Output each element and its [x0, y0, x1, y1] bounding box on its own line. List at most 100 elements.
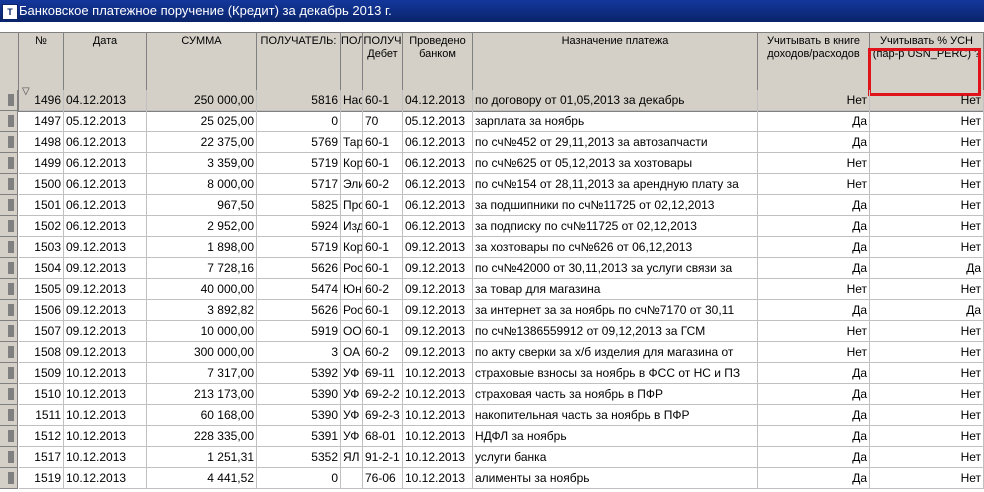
cell-usn-percent[interactable]: Нет	[870, 132, 984, 153]
cell-debit[interactable]: 69-2-2	[363, 384, 403, 405]
cell-usn-percent[interactable]: Нет	[870, 216, 984, 237]
cell-recipient[interactable]: 5719	[257, 153, 341, 174]
cell-recipient-name[interactable]: УФ	[341, 405, 363, 426]
cell-bank-posted[interactable]: 06.12.2013	[403, 132, 473, 153]
row-selector[interactable]	[0, 468, 18, 489]
cell-sum[interactable]: 8 000,00	[147, 174, 257, 195]
cell-recipient-name[interactable]: Кор	[341, 237, 363, 258]
cell-number[interactable]: 1496	[19, 90, 64, 111]
cell-number[interactable]: 1505	[19, 279, 64, 300]
cell-purpose[interactable]: услуги банка	[473, 447, 758, 468]
cell-purpose[interactable]: по сч№1386559912 от 09,12,2013 за ГСМ	[473, 321, 758, 342]
cell-bank-posted[interactable]: 06.12.2013	[403, 216, 473, 237]
cell-recipient[interactable]: 5352	[257, 447, 341, 468]
cell-purpose[interactable]: накопительная часть за ноябрь в ПФР	[473, 405, 758, 426]
cell-usn-percent[interactable]: Нет	[870, 279, 984, 300]
cell-number[interactable]: 1497	[19, 111, 64, 132]
cell-book-accounting[interactable]: Да	[758, 237, 870, 258]
row-selector[interactable]	[0, 195, 18, 216]
cell-bank-posted[interactable]: 05.12.2013	[403, 111, 473, 132]
cell-sum[interactable]: 7 728,16	[147, 258, 257, 279]
cell-recipient-name[interactable]: УФ	[341, 363, 363, 384]
cell-recipient[interactable]: 0	[257, 468, 341, 489]
cell-book-accounting[interactable]: Нет	[758, 279, 870, 300]
cell-debit[interactable]: 69-11	[363, 363, 403, 384]
cell-usn-percent[interactable]: Нет	[870, 153, 984, 174]
cell-bank-posted[interactable]: 09.12.2013	[403, 321, 473, 342]
cell-purpose[interactable]: алименты за ноябрь	[473, 468, 758, 489]
cell-number[interactable]: 1498	[19, 132, 64, 153]
cell-usn-percent[interactable]: Да	[870, 300, 984, 321]
row-selector[interactable]	[0, 90, 18, 111]
cell-number[interactable]: 1511	[19, 405, 64, 426]
cell-recipient-name[interactable]: Нас	[341, 90, 363, 111]
cell-debit[interactable]: 60-2	[363, 174, 403, 195]
cell-bank-posted[interactable]: 10.12.2013	[403, 405, 473, 426]
cell-purpose[interactable]: по сч№452 от 29,11,2013 за автозапчасти	[473, 132, 758, 153]
cell-debit[interactable]: 60-1	[363, 153, 403, 174]
cell-sum[interactable]: 250 000,00	[147, 90, 257, 111]
cell-usn-percent[interactable]: Нет	[870, 468, 984, 489]
cell-recipient[interactable]: 5919	[257, 321, 341, 342]
cell-debit[interactable]: 60-2	[363, 342, 403, 363]
cell-recipient[interactable]: 5825	[257, 195, 341, 216]
cell-debit[interactable]: 91-2-1	[363, 447, 403, 468]
cell-book-accounting[interactable]: Нет	[758, 174, 870, 195]
cell-date[interactable]: 09.12.2013	[64, 321, 147, 342]
cell-bank-posted[interactable]: 06.12.2013	[403, 174, 473, 195]
cell-purpose[interactable]: страховые взносы за ноябрь в ФСС от НС и…	[473, 363, 758, 384]
cell-sum[interactable]: 3 359,00	[147, 153, 257, 174]
cell-number[interactable]: 1504	[19, 258, 64, 279]
cell-book-accounting[interactable]: Да	[758, 195, 870, 216]
cell-usn-percent[interactable]: Да	[870, 258, 984, 279]
cell-recipient-name[interactable]: ОА	[341, 342, 363, 363]
cell-sum[interactable]: 2 952,00	[147, 216, 257, 237]
cell-bank-posted[interactable]: 09.12.2013	[403, 237, 473, 258]
cell-recipient[interactable]: 5390	[257, 405, 341, 426]
title-bar[interactable]: Т Банковское платежное поручение (Кредит…	[0, 0, 984, 22]
cell-sum[interactable]: 300 000,00	[147, 342, 257, 363]
cell-recipient-name[interactable]: Тар	[341, 132, 363, 153]
row-selector[interactable]	[0, 342, 18, 363]
cell-number[interactable]: 1499	[19, 153, 64, 174]
row-selector[interactable]	[0, 447, 18, 468]
cell-recipient-name[interactable]: Рос	[341, 300, 363, 321]
row-selector[interactable]	[0, 321, 18, 342]
cell-recipient[interactable]: 5769	[257, 132, 341, 153]
cell-bank-posted[interactable]: 10.12.2013	[403, 447, 473, 468]
cell-sum[interactable]: 22 375,00	[147, 132, 257, 153]
cell-date[interactable]: 09.12.2013	[64, 237, 147, 258]
cell-date[interactable]: 06.12.2013	[64, 216, 147, 237]
row-selector[interactable]	[0, 384, 18, 405]
cell-bank-posted[interactable]: 09.12.2013	[403, 258, 473, 279]
cell-recipient-name[interactable]: УФ	[341, 384, 363, 405]
cell-debit[interactable]: 60-1	[363, 195, 403, 216]
cell-usn-percent[interactable]: Нет	[870, 174, 984, 195]
cell-recipient-name[interactable]: Эли	[341, 174, 363, 195]
cell-debit[interactable]: 60-1	[363, 237, 403, 258]
cell-number[interactable]: 1519	[19, 468, 64, 489]
cell-date[interactable]: 06.12.2013	[64, 153, 147, 174]
cell-number[interactable]: 1507	[19, 321, 64, 342]
cell-purpose[interactable]: за подшипники по сч№11725 от 02,12,2013	[473, 195, 758, 216]
cell-book-accounting[interactable]: Да	[758, 426, 870, 447]
cell-number[interactable]: 1501	[19, 195, 64, 216]
cell-usn-percent[interactable]: Нет	[870, 363, 984, 384]
cell-bank-posted[interactable]: 09.12.2013	[403, 342, 473, 363]
cell-recipient[interactable]: 0	[257, 111, 341, 132]
cell-bank-posted[interactable]: 09.12.2013	[403, 300, 473, 321]
cell-number[interactable]: 1503	[19, 237, 64, 258]
cell-recipient[interactable]: 3	[257, 342, 341, 363]
cell-date[interactable]: 09.12.2013	[64, 342, 147, 363]
cell-sum[interactable]: 1 251,31	[147, 447, 257, 468]
cell-usn-percent[interactable]: Нет	[870, 111, 984, 132]
cell-number[interactable]: 1510	[19, 384, 64, 405]
cell-date[interactable]: 09.12.2013	[64, 258, 147, 279]
cell-usn-percent[interactable]: Нет	[870, 426, 984, 447]
cell-recipient[interactable]: 5719	[257, 237, 341, 258]
cell-recipient[interactable]: 5626	[257, 258, 341, 279]
cell-debit[interactable]: 60-1	[363, 258, 403, 279]
cell-bank-posted[interactable]: 10.12.2013	[403, 363, 473, 384]
cell-debit[interactable]: 60-1	[363, 132, 403, 153]
cell-sum[interactable]: 228 335,00	[147, 426, 257, 447]
